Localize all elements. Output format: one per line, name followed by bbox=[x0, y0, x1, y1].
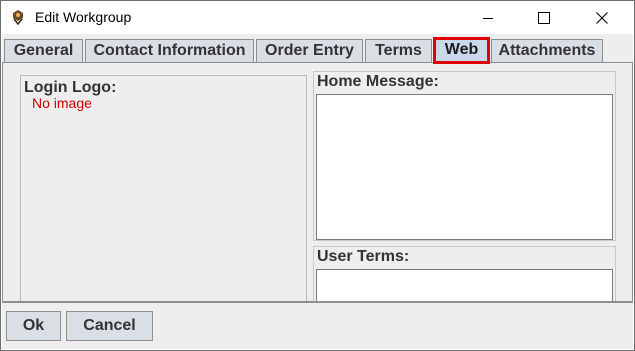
app-icon bbox=[10, 9, 26, 26]
user-terms-group: User Terms: bbox=[313, 246, 616, 309]
no-image-text: No image bbox=[32, 95, 92, 111]
tab-general[interactable]: General bbox=[4, 39, 83, 62]
minimize-button[interactable] bbox=[465, 1, 511, 34]
login-logo-panel[interactable]: Login Logo: No image bbox=[20, 75, 307, 303]
tab-contact-information[interactable]: Contact Information bbox=[85, 39, 254, 62]
ok-button[interactable]: Ok bbox=[6, 311, 61, 341]
cancel-button[interactable]: Cancel bbox=[66, 311, 153, 341]
close-icon bbox=[596, 11, 608, 24]
user-terms-label: User Terms: bbox=[317, 248, 410, 265]
minimize-icon bbox=[483, 17, 493, 19]
title-bar[interactable]: Edit Workgroup bbox=[1, 1, 634, 34]
window-title: Edit Workgroup bbox=[35, 9, 132, 25]
edit-workgroup-dialog: Edit Workgroup General Contact Informati… bbox=[0, 0, 635, 351]
web-tab-panel: Login Logo: No image Home Message: User … bbox=[2, 63, 633, 309]
dialog-content: General Contact Information Order Entry … bbox=[2, 34, 633, 349]
close-button[interactable] bbox=[579, 1, 625, 34]
tab-strip: General Contact Information Order Entry … bbox=[2, 34, 633, 64]
maximize-button[interactable] bbox=[521, 1, 567, 34]
tab-web[interactable]: Web bbox=[433, 37, 490, 64]
home-message-field[interactable] bbox=[316, 94, 613, 240]
maximize-icon bbox=[538, 11, 550, 24]
tab-attachments[interactable]: Attachments bbox=[491, 39, 603, 62]
button-bar: Ok Cancel bbox=[2, 303, 633, 349]
tab-order-entry[interactable]: Order Entry bbox=[256, 39, 363, 62]
tab-terms[interactable]: Terms bbox=[365, 39, 432, 62]
home-message-group: Home Message: bbox=[313, 71, 616, 241]
home-message-label: Home Message: bbox=[317, 73, 439, 90]
